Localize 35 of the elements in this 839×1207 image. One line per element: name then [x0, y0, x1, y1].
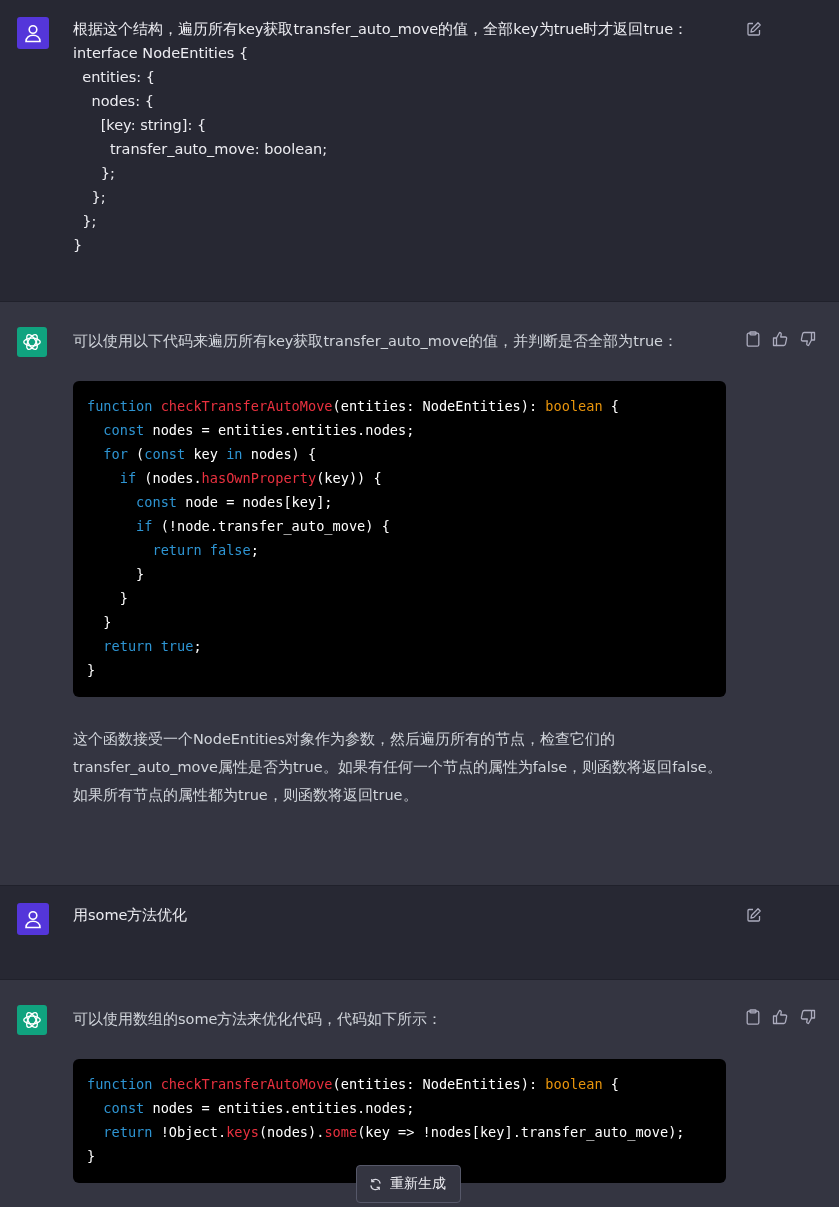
thumbs-up-icon[interactable] [772, 331, 788, 347]
user-avatar-icon [17, 17, 49, 49]
code-line: if (!node.transfer_auto_move) { [135, 517, 390, 537]
knot-logo-icon [17, 1005, 47, 1035]
code-line: const nodes = entities.entities.nodes; [102, 1099, 415, 1118]
code-line: } [87, 1147, 96, 1166]
refresh-icon [369, 1177, 382, 1191]
thumbs-down-icon[interactable] [800, 1009, 816, 1025]
code-line: } [118, 589, 128, 608]
code-line: } [135, 565, 145, 584]
code-line: return !Object.keys(nodes).some(key => !nodes[key].transfer_auto_move); [102, 1123, 685, 1143]
clipboard-icon[interactable] [746, 331, 760, 347]
code-line: function checkTransferAutoMove(entities: NodeEntities): boolean { [87, 1075, 619, 1094]
edit-icon[interactable] [746, 21, 762, 37]
clipboard-icon[interactable] [746, 1009, 760, 1025]
thumbs-up-icon[interactable] [772, 1009, 788, 1025]
edit-icon[interactable] [746, 907, 762, 923]
code-line: if (nodes.hasOwnProperty(key)) { [118, 469, 382, 488]
code-line: function checkTransferAutoMove(entities: NodeEntities): boolean { [87, 397, 619, 416]
message-text: 可以使用以下代码来遍历所有key获取transfer_auto_move的值，并判断是否全部为true： [73, 332, 680, 351]
code-line: for (const key in nodes) { [102, 445, 317, 464]
message-text: 可以使用数组的some方法来优化代码，代码如下所示： [73, 1010, 444, 1029]
code-line: const nodes = entities.entities.nodes; [102, 421, 415, 440]
code-line: return false; [151, 541, 259, 560]
regenerate-button[interactable]: 重新生成 [356, 1165, 461, 1203]
message-text: 根据这个结构，遍历所有key获取transfer_auto_move的值，全部key为true时才返回true： interface NodeEntities { entities: { nodes: { [key: string]: { transfer_auto_move: boolean; }; }; }; } [73, 20, 690, 255]
knot-logo-icon [17, 327, 47, 357]
code-line: } [87, 661, 96, 680]
code-line: } [102, 613, 112, 632]
code-line: const node = nodes[key]; [135, 493, 333, 512]
code-line: return true; [102, 637, 202, 656]
thumbs-down-icon[interactable] [800, 331, 816, 347]
user-avatar-icon [17, 903, 49, 935]
message-text: 这个函数接受一个NodeEntities对象作为参数，然后遍历所有的节点，检查它们的transfer_auto_move属性是否为true。如果有任何一个节点的属性为false，则函数将返回false。如果所有节点的属性都为true，则函数将返回true。 [73, 730, 723, 805]
message-text: 用some方法优化 [73, 906, 189, 925]
